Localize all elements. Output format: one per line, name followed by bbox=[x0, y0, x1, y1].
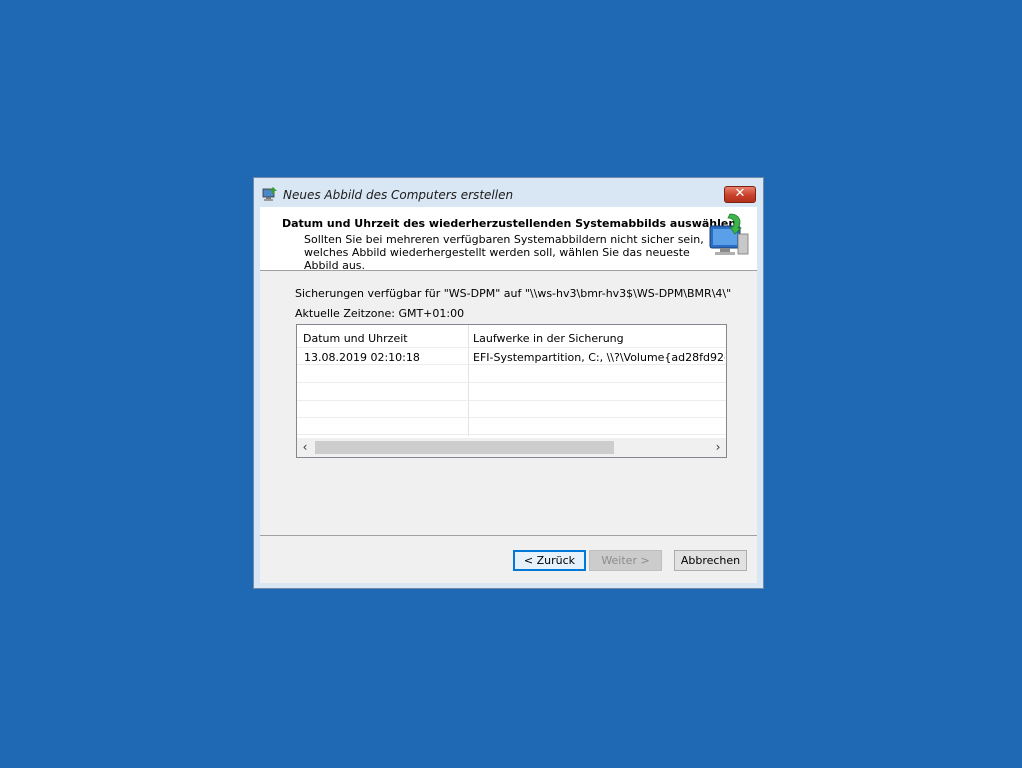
page-title: Datum und Uhrzeit des wiederherzustellen… bbox=[282, 217, 737, 230]
table-row[interactable]: 13.08.2019 02:10:18 EFI-Systempartition,… bbox=[297, 347, 726, 365]
scrollbar-thumb[interactable] bbox=[315, 441, 614, 454]
column-header-date[interactable]: Datum und Uhrzeit bbox=[303, 332, 408, 345]
empty-row bbox=[297, 383, 726, 401]
scroll-right-icon[interactable]: › bbox=[710, 440, 726, 455]
close-button[interactable]: ✕ bbox=[724, 186, 756, 203]
title-bar[interactable]: Neues Abbild des Computers erstellen ✕ bbox=[254, 178, 763, 206]
footer-divider bbox=[260, 535, 757, 536]
empty-row bbox=[297, 417, 726, 435]
backup-list[interactable]: Datum und Uhrzeit Laufwerke in der Siche… bbox=[296, 324, 727, 458]
horizontal-scrollbar[interactable]: ‹ › bbox=[297, 438, 726, 457]
timezone-text: Aktuelle Zeitzone: GMT+01:00 bbox=[295, 307, 465, 320]
empty-row bbox=[297, 400, 726, 418]
row-drives: EFI-Systempartition, C:, \\?\Volume{ad28… bbox=[473, 351, 725, 364]
empty-row bbox=[297, 365, 726, 383]
next-button[interactable]: Weiter > bbox=[589, 550, 662, 571]
back-button[interactable]: < Zurück bbox=[513, 550, 586, 571]
backup-location-text: Sicherungen verfügbar für "WS-DPM" auf "… bbox=[295, 287, 732, 300]
row-date: 13.08.2019 02:10:18 bbox=[304, 351, 420, 364]
computer-restore-icon bbox=[706, 212, 750, 258]
dialog-body: Datum und Uhrzeit des wiederherzustellen… bbox=[260, 207, 757, 583]
window-title: Neues Abbild des Computers erstellen bbox=[283, 188, 514, 202]
wizard-header: Datum und Uhrzeit des wiederherzustellen… bbox=[260, 207, 757, 272]
column-header-drives[interactable]: Laufwerke in der Sicherung bbox=[473, 332, 624, 345]
list-header: Datum und Uhrzeit Laufwerke in der Siche… bbox=[297, 325, 726, 348]
backup-app-icon bbox=[262, 186, 278, 202]
cancel-button[interactable]: Abbrechen bbox=[674, 550, 747, 571]
restore-wizard-dialog: Neues Abbild des Computers erstellen ✕ D… bbox=[253, 177, 764, 589]
scroll-left-icon[interactable]: ‹ bbox=[297, 440, 313, 455]
page-description: Sollten Sie bei mehreren verfügbaren Sys… bbox=[304, 233, 704, 272]
